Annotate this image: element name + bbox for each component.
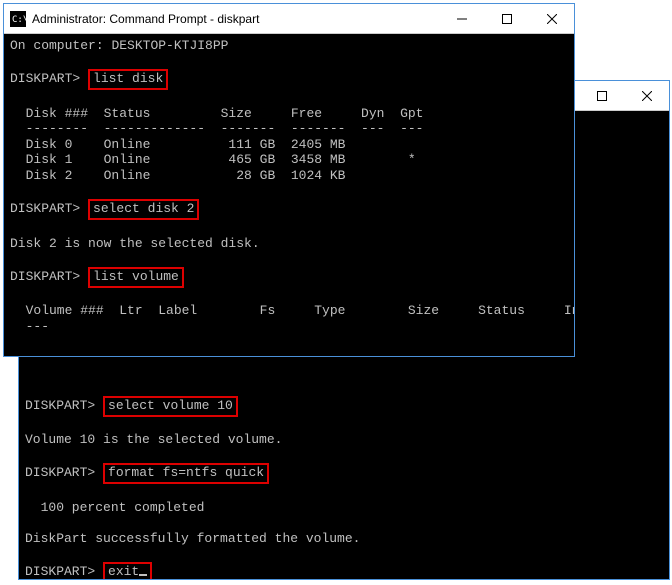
- close-button[interactable]: [624, 81, 669, 110]
- cmd-select-volume: select volume 10: [103, 396, 238, 417]
- cmd-select-disk: select disk 2: [88, 199, 199, 220]
- disk-table-rows: Disk 0 Online 111 GB 2405 MB Disk 1 Onli…: [10, 137, 416, 183]
- window-controls-front: [439, 4, 574, 33]
- window-title-front: Administrator: Command Prompt - diskpart: [32, 12, 439, 26]
- disk-table-header: Disk ### Status Size Free Dyn Gpt: [10, 106, 423, 121]
- volume-table-header: Volume ### Ltr Label Fs Type Size Status…: [10, 303, 574, 318]
- cmd-list-disk: list disk: [88, 69, 168, 90]
- diskpart-prompt: DISKPART>: [25, 564, 95, 579]
- minimize-button[interactable]: [439, 4, 484, 33]
- cmd-exit: exit: [103, 562, 152, 579]
- percent-complete-msg: 100 percent completed: [25, 500, 204, 515]
- maximize-button[interactable]: [579, 81, 624, 110]
- disk-table-rule: -------- ------------- ------- ------- -…: [10, 121, 423, 136]
- on-computer-label: On computer:: [10, 38, 104, 53]
- select-volume-msg: Volume 10 is the selected volume.: [25, 432, 282, 447]
- diskpart-prompt: DISKPART>: [10, 201, 80, 216]
- diskpart-prompt: DISKPART>: [25, 465, 95, 480]
- select-disk-msg: Disk 2 is now the selected disk.: [10, 236, 260, 251]
- cmd-window-front: C:\ Administrator: Command Prompt - disk…: [3, 3, 575, 357]
- cursor-icon: [139, 574, 147, 576]
- terminal-body-front[interactable]: On computer: DESKTOP-KTJI8PP DISKPART> l…: [4, 34, 574, 356]
- cmd-format: format fs=ntfs quick: [103, 463, 269, 484]
- volume-table-rule: ---: [10, 319, 49, 334]
- close-button[interactable]: [529, 4, 574, 33]
- svg-text:C:\: C:\: [12, 15, 26, 25]
- format-success-msg: DiskPart successfully formatted the volu…: [25, 531, 360, 546]
- cmd-icon: C:\: [10, 11, 26, 27]
- diskpart-prompt: DISKPART>: [10, 71, 80, 86]
- diskpart-prompt: DISKPART>: [25, 398, 95, 413]
- cmd-list-volume: list volume: [88, 267, 184, 288]
- computer-name: DESKTOP-KTJI8PP: [111, 38, 228, 53]
- titlebar-front: C:\ Administrator: Command Prompt - disk…: [4, 4, 574, 34]
- diskpart-prompt: DISKPART>: [10, 269, 80, 284]
- maximize-button[interactable]: [484, 4, 529, 33]
